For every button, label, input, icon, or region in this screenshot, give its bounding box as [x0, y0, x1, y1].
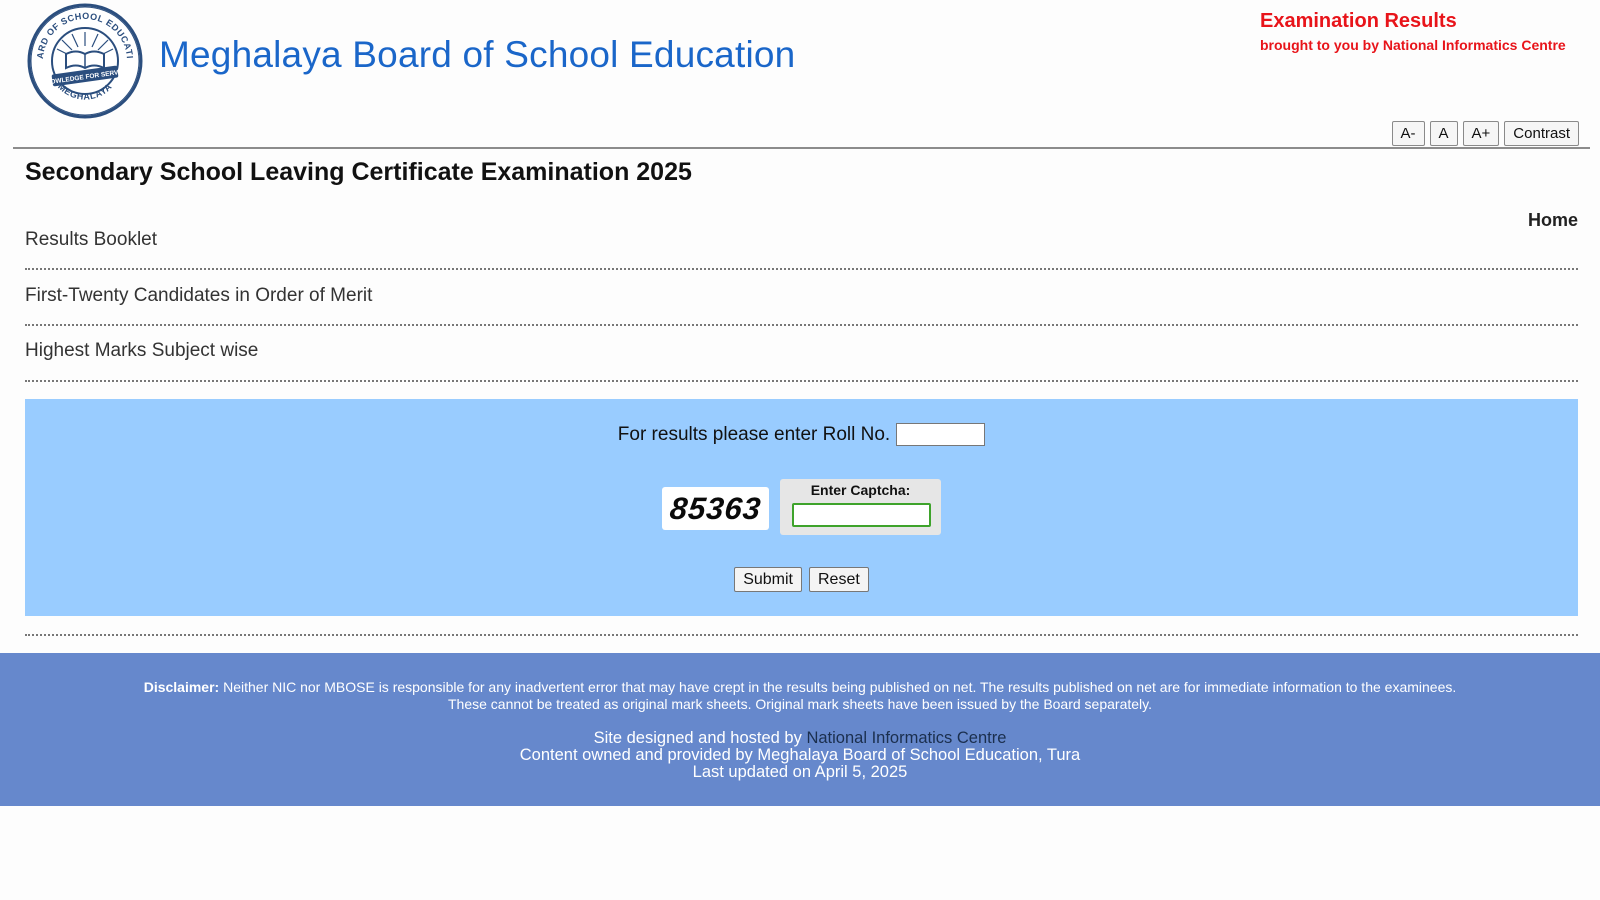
- menu-item-highest-marks[interactable]: Highest Marks Subject wise: [25, 340, 1578, 362]
- divider: [25, 380, 1578, 382]
- captcha-label: Enter Captcha:: [810, 482, 911, 498]
- captcha-image: 85363: [662, 487, 769, 530]
- font-decrease-button[interactable]: A-: [1391, 121, 1425, 146]
- submit-button[interactable]: Submit: [734, 567, 802, 592]
- divider: [25, 324, 1578, 326]
- captcha-code: 85363: [668, 490, 764, 526]
- hosted-by-text: Site designed and hosted by: [593, 729, 802, 747]
- site-title: Meghalaya Board of School Education: [159, 34, 796, 75]
- disclaimer-label: Disclaimer:: [143, 679, 220, 695]
- form-buttons: Submit Reset: [25, 567, 1578, 592]
- roll-number-input[interactable]: [896, 423, 986, 446]
- exam-results-heading: Examination Results: [1260, 10, 1457, 32]
- header-divider: [13, 147, 1590, 149]
- disclaimer-line-1: Disclaimer: Neither NIC nor MBOSE is res…: [0, 679, 1600, 695]
- captcha-entry-box: Enter Captcha:: [780, 479, 941, 535]
- divider: [25, 634, 1578, 636]
- menu-item-first-twenty-merit[interactable]: First-Twenty Candidates in Order of Meri…: [25, 285, 1578, 307]
- roll-number-label: For results please enter Roll No.: [617, 423, 891, 445]
- font-increase-button[interactable]: A+: [1462, 121, 1500, 146]
- footer: Disclaimer: Neither NIC nor MBOSE is res…: [0, 653, 1600, 806]
- mbose-logo: BOARD OF SCHOOL EDUCATION KNOWLEDGE FOR …: [22, 0, 144, 120]
- footer-credits: Site designed and hosted by National Inf…: [0, 730, 1600, 781]
- disclaimer-line-2: These cannot be treated as original mark…: [447, 696, 1153, 712]
- font-normal-button[interactable]: A: [1429, 121, 1458, 146]
- accessibility-toolbar: A- A A+ Contrast: [1391, 121, 1579, 146]
- content-owner-line: Content owned and provided by Meghalaya …: [519, 746, 1081, 764]
- menu-item-results-booklet[interactable]: Results Booklet: [25, 229, 1578, 251]
- nic-link[interactable]: National Informatics Centre: [806, 729, 1006, 747]
- last-updated-line: Last updated on April 5, 2025: [692, 763, 908, 781]
- disclaimer-text: Neither NIC nor MBOSE is responsible for…: [223, 679, 1457, 695]
- captcha-input[interactable]: [792, 503, 931, 527]
- hosted-by-line: Site designed and hosted by National Inf…: [0, 730, 1600, 747]
- page-title: Secondary School Leaving Certificate Exa…: [25, 158, 692, 186]
- contrast-button[interactable]: Contrast: [1504, 121, 1579, 146]
- divider: [25, 268, 1578, 270]
- roll-number-row: For results please enter Roll No.: [25, 423, 1578, 446]
- reset-button[interactable]: Reset: [809, 567, 869, 592]
- result-form-panel: For results please enter Roll No. 85363 …: [25, 399, 1578, 616]
- home-link[interactable]: Home: [1528, 210, 1578, 231]
- nic-credit-line: brought to you by National Informatics C…: [1260, 37, 1566, 53]
